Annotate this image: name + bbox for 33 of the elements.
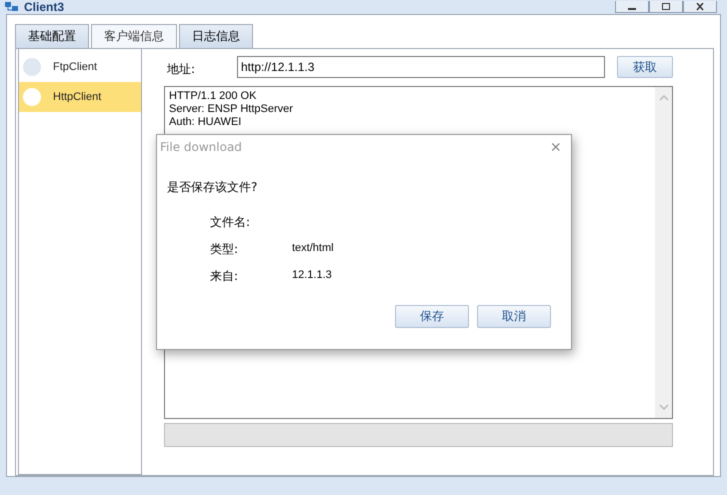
response-line: HTTP/1.1 200 OK bbox=[169, 90, 258, 103]
field-value: 12.1.1.3 bbox=[292, 268, 332, 280]
scroll-down-icon bbox=[658, 404, 668, 410]
field-label: 来自: bbox=[210, 268, 240, 285]
app-icon bbox=[4, 1, 20, 13]
tab[interactable]: 基础配置 bbox=[15, 24, 89, 48]
address-label: 地址: bbox=[167, 60, 196, 78]
close-button[interactable]: × bbox=[550, 138, 561, 156]
maximize-icon bbox=[661, 2, 671, 10]
scrollbar[interactable] bbox=[655, 87, 672, 418]
field-value: text/html bbox=[292, 242, 334, 254]
response-line: Auth: HUAWEI bbox=[169, 116, 242, 129]
field-label: 文件名: bbox=[210, 214, 252, 231]
field-label: 类型: bbox=[210, 241, 240, 258]
window-title: Client3 bbox=[24, 0, 64, 14]
maximize-button[interactable] bbox=[649, 1, 683, 13]
fetch-button[interactable]: 获取 bbox=[617, 56, 673, 78]
circle-icon bbox=[22, 57, 42, 77]
save-button[interactable]: 保存 bbox=[395, 305, 469, 328]
close-button[interactable] bbox=[683, 1, 717, 13]
response-line: Server: ENSP HttpServer bbox=[169, 103, 294, 116]
minimize-button[interactable] bbox=[615, 1, 649, 13]
dialog-question: 是否保存该文件? bbox=[167, 179, 258, 196]
tab[interactable]: 客户端信息 bbox=[91, 24, 177, 48]
cancel-button[interactable]: 取消 bbox=[477, 305, 551, 328]
circle-icon bbox=[22, 87, 42, 107]
address-field[interactable]: http://12.1.1.3 bbox=[237, 56, 605, 78]
close-icon bbox=[695, 2, 705, 10]
dialog-title: File download bbox=[160, 140, 242, 154]
sidebar-item[interactable]: HttpClient bbox=[19, 82, 141, 112]
scroll-up-icon bbox=[658, 95, 668, 101]
tab[interactable]: 日志信息 bbox=[179, 24, 253, 48]
sidebar-item[interactable]: FtpClient bbox=[19, 52, 141, 82]
